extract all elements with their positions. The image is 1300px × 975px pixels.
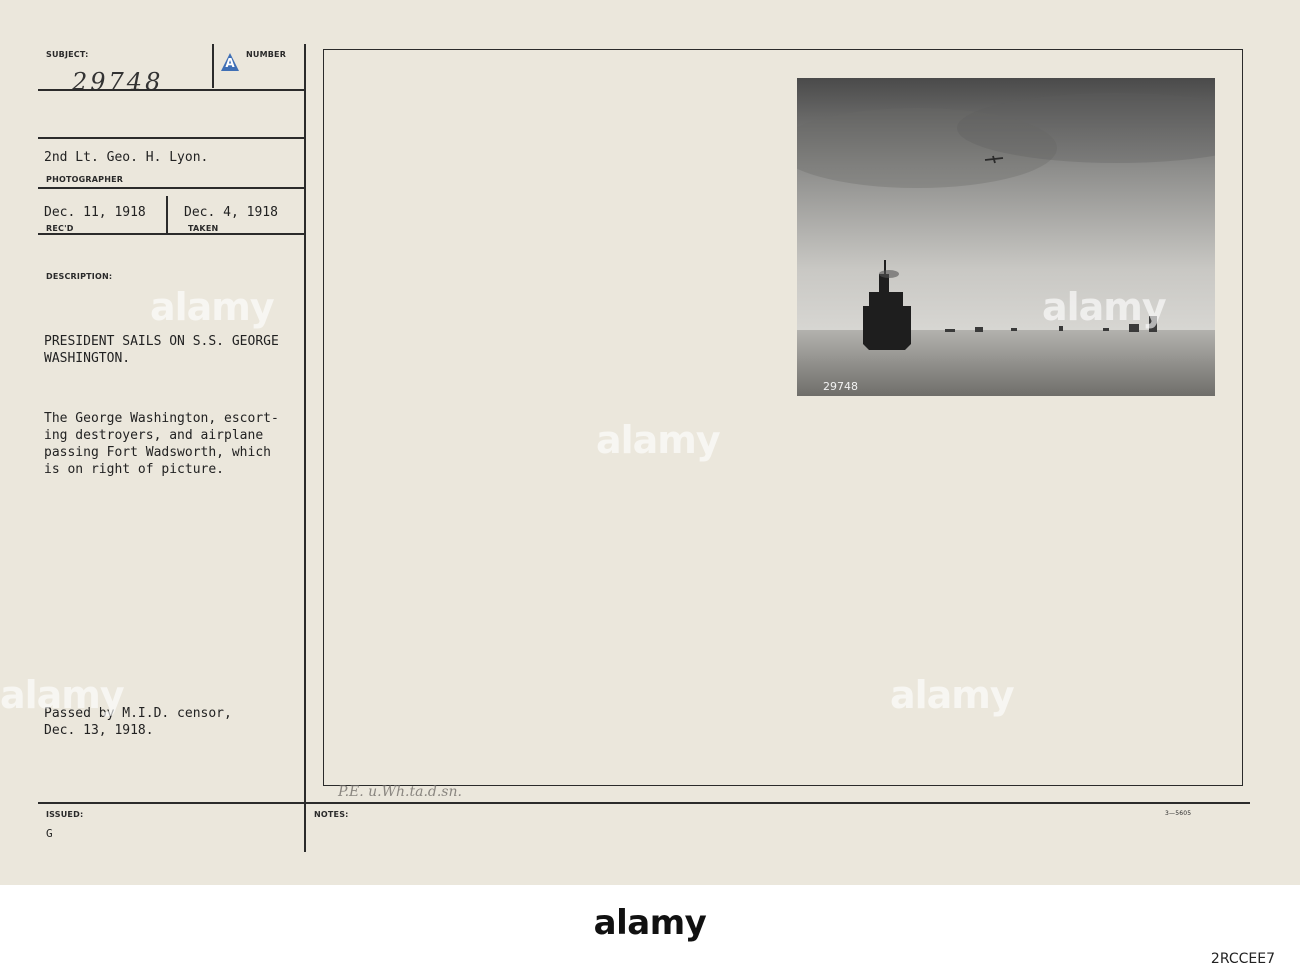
- form-number: 3—5605: [1165, 810, 1192, 817]
- photographer-top-rule: [38, 137, 304, 139]
- notes-label: NOTES:: [314, 810, 349, 819]
- issued-value: G: [46, 827, 53, 840]
- received-label: REC'D: [46, 224, 74, 233]
- image-id: 2RCCEE7: [1210, 951, 1275, 967]
- issued-label: ISSUED:: [46, 810, 84, 819]
- subject-rule: [38, 89, 304, 91]
- print-number-label: 29748: [823, 380, 858, 393]
- taken-label: TAKEN: [188, 224, 219, 233]
- column-divider: [304, 44, 306, 852]
- bottom-rule: [38, 802, 1250, 804]
- photographer-name: 2nd Lt. Geo. H. Lyon.: [44, 150, 209, 165]
- date-divider: [166, 196, 168, 234]
- notes-handwritten: P.E. u.Wh.ta.d.sn.: [338, 784, 462, 800]
- description-label: DESCRIPTION:: [46, 272, 113, 281]
- subject-divider: [212, 44, 214, 88]
- footer-bar: alamy 2RCCEE7: [0, 885, 1300, 975]
- headline-line-2: WASHINGTON.: [44, 351, 131, 366]
- headline-line-1: PRESIDENT SAILS ON S.S. GEORGE: [44, 334, 279, 349]
- photographer-label: PHOTOGRAPHER: [46, 175, 124, 184]
- photo-ship-scene: 29748: [797, 78, 1215, 396]
- subject-number: 29748: [72, 68, 164, 96]
- photo-record-card: SUBJECT: 29748 A NUMBER 2nd Lt. Geo. H. …: [0, 0, 1300, 885]
- censor-line-2: Dec. 13, 1918.: [44, 723, 154, 738]
- subject-label: SUBJECT:: [46, 50, 89, 59]
- description-body: The George Washington, escort- ing destr…: [44, 411, 279, 477]
- received-date: Dec. 11, 1918: [44, 205, 146, 220]
- taken-date: Dec. 4, 1918: [184, 205, 278, 220]
- photograph: 29748: [797, 78, 1215, 396]
- series-letter: A: [225, 56, 235, 70]
- series-letter-badge: A: [220, 52, 240, 72]
- dates-rule: [38, 233, 304, 235]
- photographer-rule: [38, 187, 304, 189]
- watermark: alamy: [150, 285, 275, 329]
- censor-line-1: Passed by M.I.D. censor,: [44, 706, 232, 721]
- footer-logo[interactable]: alamy: [594, 903, 707, 943]
- number-label: NUMBER: [246, 50, 287, 59]
